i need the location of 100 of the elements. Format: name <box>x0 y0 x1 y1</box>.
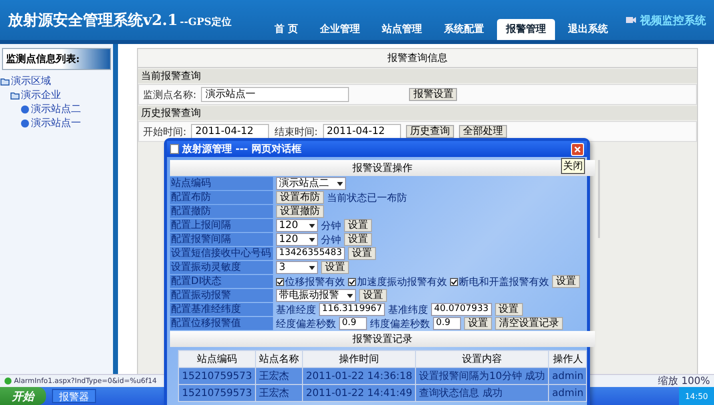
table-cell: 15210759573 <box>178 368 256 384</box>
dropdown[interactable]: 120 <box>276 233 318 246</box>
column-header: 设置内容 <box>416 350 549 368</box>
set-button[interactable]: 设置布防 <box>276 191 324 204</box>
scrollbar[interactable] <box>598 160 600 238</box>
set-button[interactable]: 设置 <box>464 317 492 330</box>
set-button[interactable]: 设置 <box>344 233 372 246</box>
dropdown[interactable]: 120 <box>276 219 318 232</box>
date-field[interactable]: 2011-04-12 <box>191 124 270 139</box>
input-field[interactable]: 演示站点一 <box>201 87 350 102</box>
system-tray: 14:50 <box>678 387 714 405</box>
checkbox-label: 位移报警有效 <box>285 276 345 288</box>
app-title: 放射源安全管理系统v2.1--GPS定位 <box>8 10 232 30</box>
table-cell: 2011-01-22 14:36:18 <box>302 368 416 384</box>
input-field[interactable]: 13426355483 <box>276 247 345 260</box>
settings-button[interactable]: 报警设置 <box>409 88 458 101</box>
panel-title: 报警查询信息 <box>138 49 697 68</box>
checkbox-label: 加速度振动报警有效 <box>357 276 447 288</box>
field-label: 结束时间: <box>274 126 318 138</box>
label-text: 分钟 <box>321 220 341 232</box>
label-text: 基准纬度 <box>388 304 428 316</box>
row-label: 配置振动报警 <box>170 289 273 302</box>
checkbox-label: 断电和开盖报警有效 <box>459 276 549 288</box>
set-button[interactable]: 清空设置记录 <box>495 317 563 330</box>
table-cell: admin <box>548 368 587 384</box>
nav-tab[interactable]: 站点管理 <box>372 19 431 40</box>
set-button[interactable]: 设置 <box>348 247 376 260</box>
nav-tab[interactable]: 退出系统 <box>558 19 617 40</box>
dialog-title: 放射源管理 --- 网页对话框 <box>182 142 302 156</box>
sidebar-title: 监测点信息列表: <box>2 48 111 70</box>
set-button[interactable]: 设置撤防 <box>276 205 324 218</box>
nav-tab[interactable]: 企业管理 <box>310 19 369 40</box>
dropdown-arrow-icon <box>309 238 315 242</box>
row-label: 设置振动灵敏度 <box>170 261 273 274</box>
close-button[interactable] <box>571 142 584 156</box>
label-text: 纬度偏差秒数 <box>370 318 430 330</box>
table-cell: admin <box>548 384 587 402</box>
label-text: 当前状态已一布防 <box>327 192 407 204</box>
section-title: 当前报警查询 <box>138 69 697 83</box>
tree-item[interactable]: 演示站点一 <box>20 116 113 130</box>
dropdown[interactable]: 演示站点二 <box>276 177 346 190</box>
dropdown-arrow-icon <box>347 294 353 298</box>
field-label: 监测点名称: <box>143 88 196 102</box>
row-label: 站点编码 <box>170 177 273 190</box>
taskbar-item[interactable]: 报警器 <box>52 389 96 403</box>
label-text: 基准经度 <box>276 304 316 316</box>
label-text: 分钟 <box>321 234 341 246</box>
date-field[interactable]: 2011-04-12 <box>322 124 401 139</box>
section-title: 报警设置记录 <box>170 331 596 347</box>
dropdown[interactable]: 带电振动报警 <box>276 289 356 302</box>
column-header: 站点名称 <box>256 350 302 368</box>
checkbox[interactable] <box>276 278 284 286</box>
zoom-level: 缩放 100% <box>658 374 710 388</box>
action-button[interactable]: 历史查询 <box>406 125 454 138</box>
row-label: 配置位移报警值 <box>170 317 273 330</box>
nav-tab[interactable]: 系统配置 <box>434 19 493 40</box>
input-field[interactable]: 40.0707933 <box>431 303 492 316</box>
row-label: 配置报警间隔 <box>170 233 273 246</box>
nav-tab[interactable]: 首 页 <box>265 19 307 40</box>
set-button[interactable]: 设置 <box>552 275 580 288</box>
set-button[interactable]: 设置 <box>494 303 523 316</box>
dropdown[interactable]: 3 <box>276 261 318 274</box>
row-label: 配置DI状态 <box>170 275 273 288</box>
table-cell: 王宏杰 <box>256 368 302 384</box>
column-header: 站点编码 <box>178 350 256 368</box>
dropdown-arrow-icon <box>337 182 343 186</box>
logo-text: 视频监控系统 <box>640 12 706 28</box>
row-label: 配置布防 <box>170 191 273 204</box>
nav-tab[interactable]: 报警管理 <box>496 19 555 40</box>
row-label: 设置短信接收中心号码 <box>170 247 273 260</box>
action-button[interactable]: 全部处理 <box>458 125 507 138</box>
table-cell: 15210759573 <box>178 384 256 402</box>
close-tooltip: 关闭 <box>561 158 585 174</box>
table-cell: 2011-01-22 14:41:49 <box>302 384 416 402</box>
input-field[interactable]: 0.9 <box>339 317 367 330</box>
dropdown-arrow-icon <box>309 224 315 228</box>
camera-icon <box>625 14 637 26</box>
set-button[interactable]: 设置 <box>344 219 372 232</box>
tree-item[interactable]: 演示站点二 <box>20 102 113 116</box>
section-title: 历史报警查询 <box>138 106 697 120</box>
start-button[interactable]: 开始 <box>0 387 46 405</box>
dropdown-arrow-icon <box>309 266 315 270</box>
label-text: 经度偏差秒数 <box>276 318 336 330</box>
checkbox[interactable] <box>450 278 458 286</box>
column-header: 操作人 <box>548 350 587 368</box>
input-field[interactable]: 0.9 <box>433 317 461 330</box>
input-field[interactable]: 116.3119967 <box>319 303 386 316</box>
row-label: 配置撤防 <box>170 205 273 218</box>
tree-item[interactable]: 演示企业 <box>10 88 113 102</box>
table-cell: 王宏杰 <box>256 384 302 402</box>
close-icon <box>574 146 581 152</box>
row-label: 配置基准经纬度 <box>170 303 273 316</box>
row-label: 配置上报间隔 <box>170 219 273 232</box>
set-button[interactable]: 设置 <box>359 289 387 302</box>
table-cell: 查询状态信息 成功 <box>416 384 549 402</box>
checkbox[interactable] <box>348 278 356 286</box>
tree-item[interactable]: 演示区域 <box>0 74 113 88</box>
field-label: 开始时间: <box>143 126 186 138</box>
column-header: 操作时间 <box>302 350 416 368</box>
set-button[interactable]: 设置 <box>321 261 349 274</box>
